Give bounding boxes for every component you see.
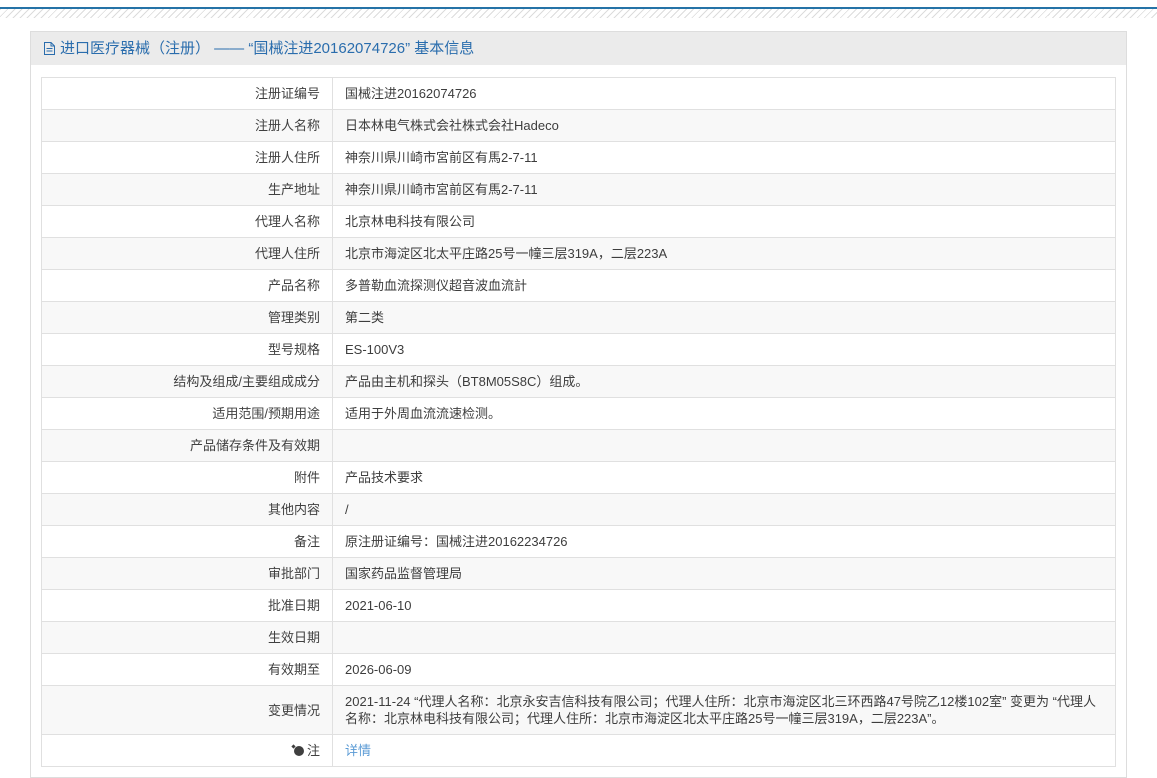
info-table: 注册证编号 国械注进20162074726 注册人名称 日本林电气株式会社株式会…: [41, 77, 1116, 767]
row-label: 产品储存条件及有效期: [41, 429, 333, 462]
row-value: 国家药品监督管理局: [332, 557, 1116, 590]
row-label: 批准日期: [41, 589, 333, 622]
row-label: 变更情况: [41, 685, 333, 735]
table-row: 产品名称 多普勒血流探测仪超音波血流計: [41, 269, 1116, 302]
row-label: 注册人名称: [41, 109, 333, 142]
row-value: 产品由主机和探头（BT8M05S8C）组成。: [332, 365, 1116, 398]
row-label: 代理人住所: [41, 237, 333, 270]
hatch-decoration-band: [0, 9, 1157, 18]
detail-link[interactable]: 详情: [345, 743, 371, 758]
row-label: 适用范围/预期用途: [41, 397, 333, 430]
table-row: 审批部门 国家药品监督管理局: [41, 557, 1116, 590]
row-label: 附件: [41, 461, 333, 494]
table-row: 生效日期: [41, 621, 1116, 654]
row-value: 2021-11-24 “代理人名称：北京永安吉信科技有限公司；代理人住所：北京市…: [332, 685, 1116, 735]
row-value: 多普勒血流探测仪超音波血流計: [332, 269, 1116, 302]
row-label: 注册人住所: [41, 141, 333, 174]
info-table-wrap: 注册证编号 国械注进20162074726 注册人名称 日本林电气株式会社株式会…: [41, 77, 1116, 767]
table-row: 代理人住所 北京市海淀区北太平庄路25号一幢三层319A，二层223A: [41, 237, 1116, 270]
row-value: 神奈川県川崎市宮前区有馬2-7-11: [332, 141, 1116, 174]
table-row: 管理类别 第二类: [41, 301, 1116, 334]
panel-header: 进口医疗器械（注册） —— “国械注进20162074726” 基本信息: [31, 32, 1126, 65]
table-row: 附件 产品技术要求: [41, 461, 1116, 494]
table-row: 代理人名称 北京林电科技有限公司: [41, 205, 1116, 238]
table-row: 变更情况 2021-11-24 “代理人名称：北京永安吉信科技有限公司；代理人住…: [41, 685, 1116, 735]
table-row: 注 详情: [41, 734, 1116, 767]
row-value: 第二类: [332, 301, 1116, 334]
table-row: 有效期至 2026-06-09: [41, 653, 1116, 686]
row-value: [332, 621, 1116, 654]
table-row: 批准日期 2021-06-10: [41, 589, 1116, 622]
table-row: 生产地址 神奈川県川崎市宮前区有馬2-7-11: [41, 173, 1116, 206]
row-label: 管理类别: [41, 301, 333, 334]
row-value: 产品技术要求: [332, 461, 1116, 494]
row-value: 适用于外周血流流速检测。: [332, 397, 1116, 430]
registration-info-panel: 进口医疗器械（注册） —— “国械注进20162074726” 基本信息 注册证…: [30, 31, 1127, 778]
row-value: /: [332, 493, 1116, 526]
row-value: 2026-06-09: [332, 653, 1116, 686]
row-label: 审批部门: [41, 557, 333, 590]
table-row: 注册证编号 国械注进20162074726: [41, 77, 1116, 110]
row-label: 产品名称: [41, 269, 333, 302]
row-label: 备注: [41, 525, 333, 558]
document-icon: [43, 41, 56, 56]
row-label: 生效日期: [41, 621, 333, 654]
row-value: 详情: [332, 734, 1116, 767]
row-value: 国械注进20162074726: [332, 77, 1116, 110]
table-row: 注册人名称 日本林电气株式会社株式会社Hadeco: [41, 109, 1116, 142]
table-row: 结构及组成/主要组成成分 产品由主机和探头（BT8M05S8C）组成。: [41, 365, 1116, 398]
info-table-body: 注册证编号 国械注进20162074726 注册人名称 日本林电气株式会社株式会…: [41, 77, 1116, 767]
page-title: 进口医疗器械（注册） —— “国械注进20162074726” 基本信息: [60, 40, 475, 57]
row-label: 结构及组成/主要组成成分: [41, 365, 333, 398]
row-label: 代理人名称: [41, 205, 333, 238]
row-value: ES-100V3: [332, 333, 1116, 366]
row-label: 有效期至: [41, 653, 333, 686]
row-value: 北京市海淀区北太平庄路25号一幢三层319A，二层223A: [332, 237, 1116, 270]
row-label: 其他内容: [41, 493, 333, 526]
row-label: 注: [41, 734, 333, 767]
row-label: 生产地址: [41, 173, 333, 206]
row-value: 2021-06-10: [332, 589, 1116, 622]
table-row: 型号规格 ES-100V3: [41, 333, 1116, 366]
table-row: 适用范围/预期用途 适用于外周血流流速检测。: [41, 397, 1116, 430]
row-value: 神奈川県川崎市宮前区有馬2-7-11: [332, 173, 1116, 206]
row-value: 原注册证编号：国械注进20162234726: [332, 525, 1116, 558]
row-value: [332, 429, 1116, 462]
table-row: 备注 原注册证编号：国械注进20162234726: [41, 525, 1116, 558]
row-label: 型号规格: [41, 333, 333, 366]
table-row: 注册人住所 神奈川県川崎市宮前区有馬2-7-11: [41, 141, 1116, 174]
row-label: 注册证编号: [41, 77, 333, 110]
table-row: 产品储存条件及有效期: [41, 429, 1116, 462]
note-icon: [293, 746, 304, 756]
table-row: 其他内容 /: [41, 493, 1116, 526]
row-value: 日本林电气株式会社株式会社Hadeco: [332, 109, 1116, 142]
row-value: 北京林电科技有限公司: [332, 205, 1116, 238]
